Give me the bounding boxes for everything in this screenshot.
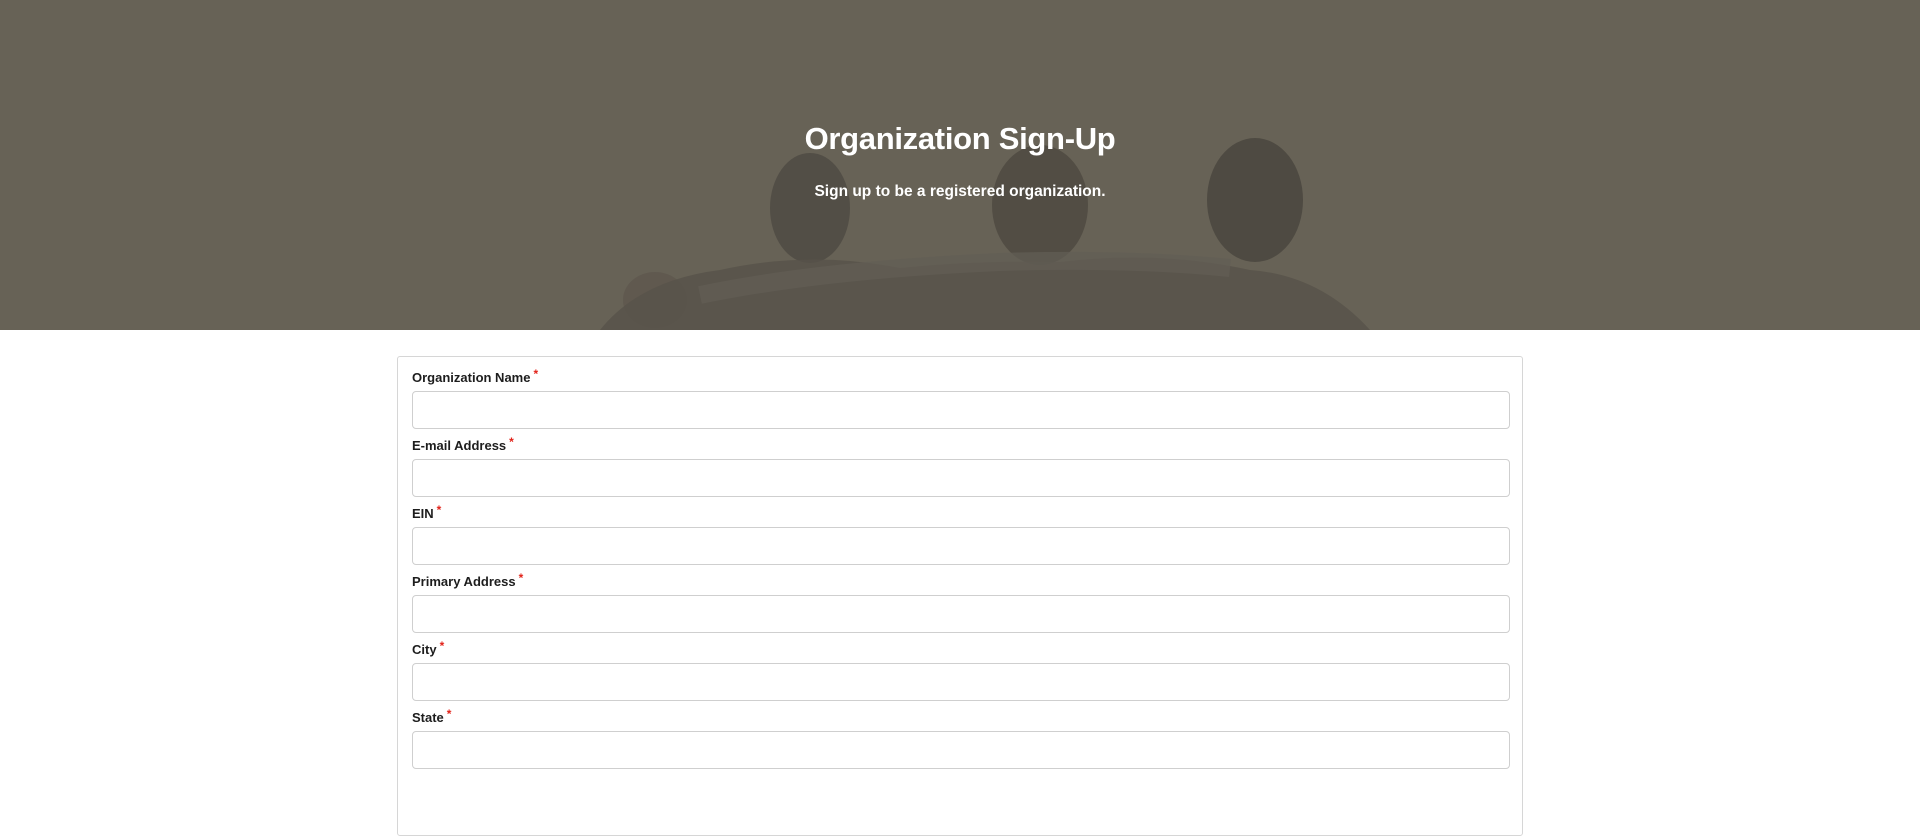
primary-address-input[interactable] — [412, 595, 1510, 633]
ein-label: EIN * — [412, 503, 1508, 527]
state-input[interactable] — [412, 731, 1510, 769]
required-indicator: * — [518, 571, 524, 585]
email-address-label-text: E-mail Address — [412, 438, 507, 453]
field-organization-name: Organization Name * — [412, 367, 1510, 429]
organization-name-label-text: Organization Name — [412, 370, 531, 385]
hero-banner: Organization Sign-Up Sign up to be a reg… — [0, 0, 1920, 330]
field-email-address: E-mail Address * — [412, 435, 1510, 497]
required-indicator: * — [509, 435, 514, 449]
ein-label-text: EIN — [412, 506, 434, 521]
ein-input[interactable] — [412, 527, 1510, 565]
field-ein: EIN * — [412, 503, 1510, 565]
primary-address-label: Primary Address * — [412, 571, 1508, 595]
state-label: State * — [412, 707, 1508, 731]
state-label-text: State — [412, 710, 444, 725]
organization-name-label: Organization Name * — [412, 367, 1508, 391]
required-indicator: * — [436, 503, 442, 517]
field-state: State * — [412, 707, 1510, 769]
field-primary-address: Primary Address * — [412, 571, 1510, 633]
city-input[interactable] — [412, 663, 1510, 701]
required-indicator: * — [446, 707, 452, 721]
required-indicator: * — [533, 367, 539, 381]
organization-signup-form: Organization Name * E-mail Address * EIN * … — [397, 356, 1523, 836]
organization-name-input[interactable] — [412, 391, 1510, 429]
city-label: City * — [412, 639, 1508, 663]
hero-background-image — [0, 0, 1920, 330]
page-title: Organization Sign-Up — [804, 121, 1116, 156]
field-city: City * — [412, 639, 1510, 701]
primary-address-label-text: Primary Address — [412, 574, 516, 589]
required-indicator: * — [439, 639, 445, 653]
page-subtitle: Sign up to be a registered organization. — [814, 183, 1106, 200]
city-label-text: City — [412, 642, 437, 657]
email-address-input[interactable] — [412, 459, 1510, 497]
email-address-label: E-mail Address * — [412, 435, 1508, 459]
